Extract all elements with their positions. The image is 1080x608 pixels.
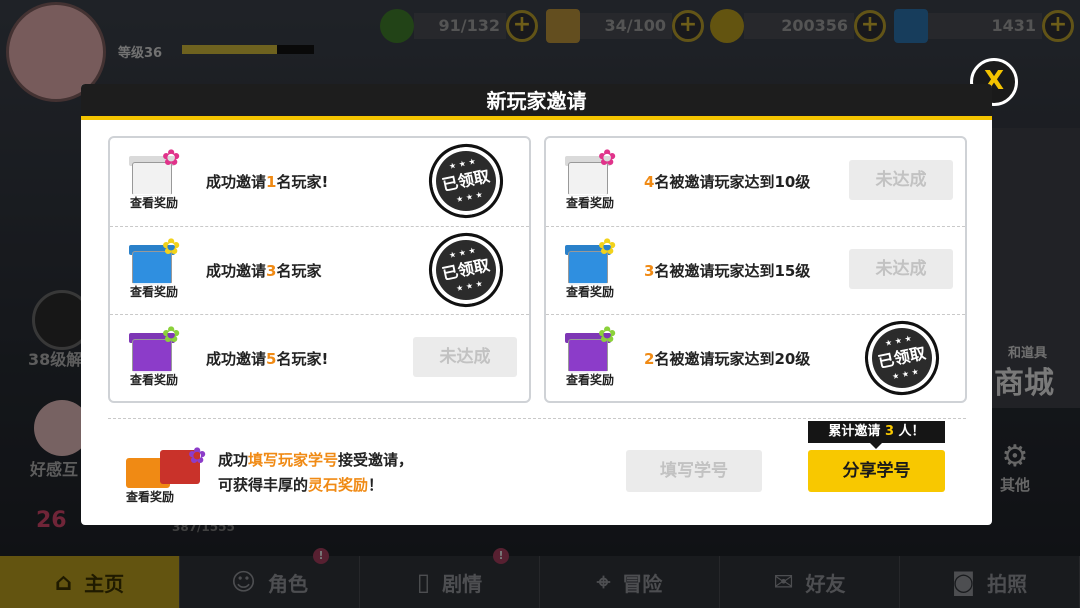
reward-condition: 2名被邀请玩家达到20级 xyxy=(644,348,810,369)
condition-number: 1 xyxy=(266,173,277,191)
reward-gift[interactable]: ✿ 查看奖励 xyxy=(562,237,632,303)
not-achieved-button[interactable]: 未达成 xyxy=(849,160,953,200)
condition-text: 名被邀请玩家达到20级 xyxy=(654,350,811,368)
reward-row: ✿ 查看奖励 4名被邀请玩家达到10级 未达成 xyxy=(546,138,965,226)
bow-icon: ✿ xyxy=(162,146,181,171)
view-reward-label: 查看奖励 xyxy=(564,371,617,388)
condition-text: 名玩家! xyxy=(276,173,329,191)
invite-count: 3 xyxy=(884,424,895,439)
bow-icon: ✿ xyxy=(188,444,207,469)
condition-text: 成功邀请 xyxy=(206,262,267,280)
reward-gift[interactable]: ✿ 查看奖励 xyxy=(126,148,196,214)
share-student-id-button[interactable]: 分享学号 xyxy=(808,450,945,492)
divider xyxy=(108,418,966,419)
claimed-stamp: ★ ★ ★ 已领取 ★ ★ ★ xyxy=(422,226,510,314)
view-reward-label: 查看奖励 xyxy=(124,488,177,505)
condition-text: 名玩家 xyxy=(276,262,322,280)
footer-description: 成功填写玩家学号接受邀请， 可获得丰厚的灵石奖励！ xyxy=(218,448,413,498)
reward-row: ✿ 查看奖励 成功邀请5名玩家! 未达成 xyxy=(110,314,529,402)
bow-icon: ✿ xyxy=(598,235,617,260)
tooltip-text: 累计邀请 xyxy=(828,424,881,439)
not-achieved-button[interactable]: 未达成 xyxy=(849,249,953,289)
reward-row: ✿ 查看奖励 成功邀请3名玩家 ★ ★ ★ 已领取 ★ ★ ★ xyxy=(110,226,529,314)
condition-text: 成功邀请 xyxy=(206,350,267,368)
footer-reward[interactable]: ✿ 查看奖励 xyxy=(108,438,218,510)
invite-count-tooltip: 累计邀请 3 人！ xyxy=(808,421,945,449)
reward-condition: 3名被邀请玩家达到15级 xyxy=(644,260,810,281)
footer-highlight: 灵石奖励 xyxy=(308,476,369,494)
condition-number: 2 xyxy=(644,350,655,368)
bow-icon: ✿ xyxy=(162,323,181,348)
reward-gift[interactable]: ✿ 查看奖励 xyxy=(562,325,632,391)
condition-number: 4 xyxy=(644,173,655,191)
bow-icon: ✿ xyxy=(162,235,181,260)
reward-condition: 成功邀请1名玩家! xyxy=(206,171,328,192)
view-reward-label: 查看奖励 xyxy=(128,194,181,211)
condition-text: 名被邀请玩家达到15级 xyxy=(654,262,811,280)
tooltip-text: 人！ xyxy=(898,424,925,439)
footer-text: 接受邀请， xyxy=(338,451,414,469)
view-reward-label: 查看奖励 xyxy=(128,283,181,300)
condition-text: 成功邀请 xyxy=(206,173,267,191)
reward-row: ✿ 查看奖励 成功邀请1名玩家! ★ ★ ★ 已领取 ★ ★ ★ xyxy=(110,137,529,226)
reward-gift[interactable]: ✿ 查看奖励 xyxy=(562,148,632,214)
reward-gift[interactable]: ✿ 查看奖励 xyxy=(126,237,196,303)
view-reward-label: 查看奖励 xyxy=(564,194,617,211)
invitee-level-rewards: ✿ 查看奖励 4名被邀请玩家达到10级 未达成 ✿ 查看奖励 3名被邀请玩家达到15级 未达成… xyxy=(544,136,967,403)
bow-icon: ✿ xyxy=(598,323,617,348)
condition-number: 3 xyxy=(266,262,277,280)
reward-gift[interactable]: ✿ 查看奖励 xyxy=(126,325,196,391)
footer-text: ！ xyxy=(368,476,384,494)
reward-condition: 成功邀请5名玩家! xyxy=(206,348,328,369)
fill-student-id-button[interactable]: 填写学号 xyxy=(626,450,762,492)
invite-count-rewards: ✿ 查看奖励 成功邀请1名玩家! ★ ★ ★ 已领取 ★ ★ ★ ✿ 查看奖励 成功邀请3名玩家… xyxy=(108,136,531,403)
invite-dialog: 新玩家邀请 ✿ 查看奖励 成功邀请1名玩家! ★ ★ ★ 已领取 ★ ★ ★ ✿ 查看奖励 成功… xyxy=(81,84,992,525)
footer-highlight: 填写玩家学号 xyxy=(248,451,339,469)
claimed-stamp: ★ ★ ★ 已领取 ★ ★ ★ xyxy=(858,314,946,402)
reward-row: ✿ 查看奖励 3名被邀请玩家达到15级 未达成 xyxy=(546,226,965,314)
view-reward-label: 查看奖励 xyxy=(128,371,181,388)
condition-text: 名玩家! xyxy=(276,350,329,368)
reward-condition: 成功邀请3名玩家 xyxy=(206,260,321,281)
condition-number: 5 xyxy=(266,350,277,368)
bow-icon: ✿ xyxy=(598,146,617,171)
claimed-stamp: ★ ★ ★ 已领取 ★ ★ ★ xyxy=(422,137,510,225)
dialog-title: 新玩家邀请 xyxy=(81,84,992,120)
not-achieved-button[interactable]: 未达成 xyxy=(413,337,517,377)
reward-row: ✿ 查看奖励 2名被邀请玩家达到20级 ★ ★ ★ 已领取 ★ ★ ★ xyxy=(546,314,965,402)
condition-number: 3 xyxy=(644,262,655,280)
footer-text: 成功 xyxy=(218,451,249,469)
footer-text: 可获得丰厚的 xyxy=(218,476,309,494)
view-reward-label: 查看奖励 xyxy=(564,283,617,300)
reward-condition: 4名被邀请玩家达到10级 xyxy=(644,171,810,192)
condition-text: 名被邀请玩家达到10级 xyxy=(654,173,811,191)
